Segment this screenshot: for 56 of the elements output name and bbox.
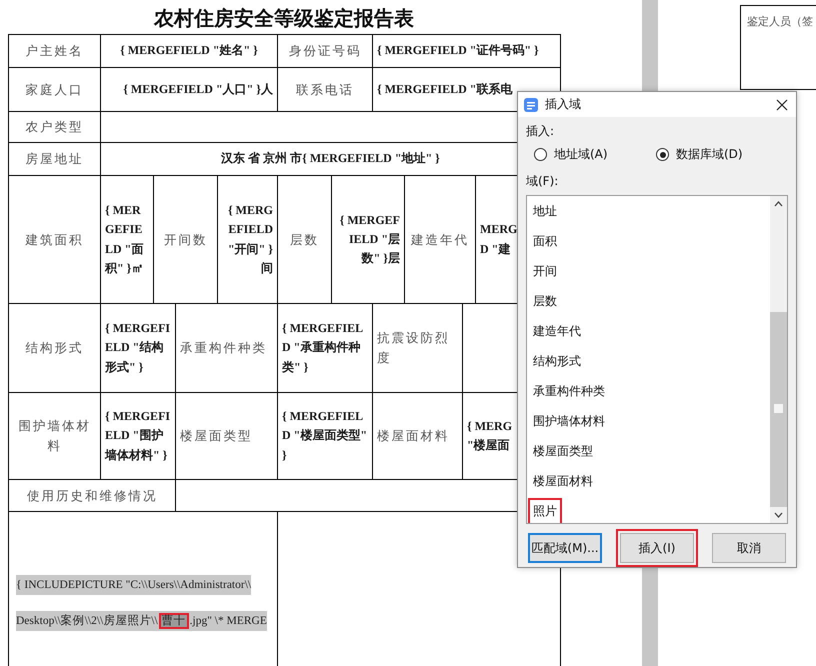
field-label: 房屋地址 [26,151,84,168]
dialog-title: 插入域 [545,96,582,113]
field-label: 建筑面积 [26,232,84,248]
merge-field: { MERGEFIELD "承重构件种类" } [282,319,368,377]
app-icon [524,98,538,112]
merge-field: 汉东 省 京州 市{ MERGEFIELD "地址" } [221,149,440,169]
field-list-item[interactable]: 开间 [530,260,560,282]
field-label: 楼屋面类型 [180,428,252,445]
insert-label: 插入: [526,123,554,140]
field-list-item[interactable]: 照片 [530,500,560,522]
merge-field: { MERGEFIELD "联系电 [377,80,512,100]
merge-field: { MERGEFIELD "姓名" } [120,41,258,61]
field-list-item[interactable]: 围护墙体材料 [530,410,608,432]
field-label: 开间数 [164,232,208,248]
radio-option[interactable]: 地址域(A) [534,146,656,163]
field-label: 使用历史和维修情况 [26,488,158,504]
field-label: 建造年代 [411,232,469,248]
field-label: 围护墙体材料 [17,418,92,455]
field-label: 联系电话 [296,82,354,98]
document-title: 农村住房安全等级鉴定报告表 [152,6,415,32]
dialog-button[interactable]: 插入(I) [620,533,694,563]
merge-field: { MERGEFIELD "面积" }㎡ [105,201,149,278]
field-list-item[interactable]: 面积 [530,230,560,252]
field-label: 农户类型 [26,119,84,136]
fields-label: 域(F): [526,173,558,190]
scrollbar[interactable] [770,196,787,523]
field-label: 楼屋面材料 [377,428,450,445]
field-list-item[interactable]: 层数 [530,290,560,312]
field-label: 家庭人口 [26,82,84,98]
scroll-thumb[interactable] [770,312,787,507]
field-label: 身份证号码 [288,43,362,60]
merge-field: { MERGEFIELD "层数" }层 [336,210,400,268]
field-label: 抗震设防烈度 [377,330,450,367]
field-list-item[interactable]: 地址 [530,200,560,222]
field-list-item[interactable]: 楼屋面材料 [530,470,596,492]
merge-field: { MERGEFIELD "证件号码" } [377,41,539,61]
close-icon[interactable] [776,98,788,110]
field-label: 结构形式 [26,340,84,357]
merge-field: { MERGEFIELD "围护墙体材料" } [105,407,171,465]
field-list-item[interactable]: 承重构件种类 [530,380,608,402]
field-list-item[interactable]: 楼屋面类型 [530,440,596,462]
merge-field: { MERGEFIELD "楼屋面类型" } [282,407,368,465]
radio-option[interactable]: 数据库域(D) [656,146,778,163]
field-list-item[interactable]: 建造年代 [530,320,584,342]
merge-field: MERG D "建 [480,220,518,259]
merge-field: { MERGEFIELD "开间" }间 [222,201,273,278]
dialog-button[interactable]: 取消 [712,533,786,563]
merge-field: { MERG "楼屋面 [467,416,512,456]
field-label: 户主姓名 [26,43,84,60]
field-label: 层数 [290,232,319,248]
dialog-button[interactable]: 匹配域(M)... [528,533,602,563]
field-list-item[interactable]: 结构形式 [530,350,584,372]
field-label: 承重构件种类 [180,340,267,357]
merge-field: { MERGEFIELD "人口" }人 [123,80,273,100]
signature-label: 鉴定人员（签 [747,16,813,28]
merge-field: { MERGEFIELD "结构形式" } [105,319,171,377]
